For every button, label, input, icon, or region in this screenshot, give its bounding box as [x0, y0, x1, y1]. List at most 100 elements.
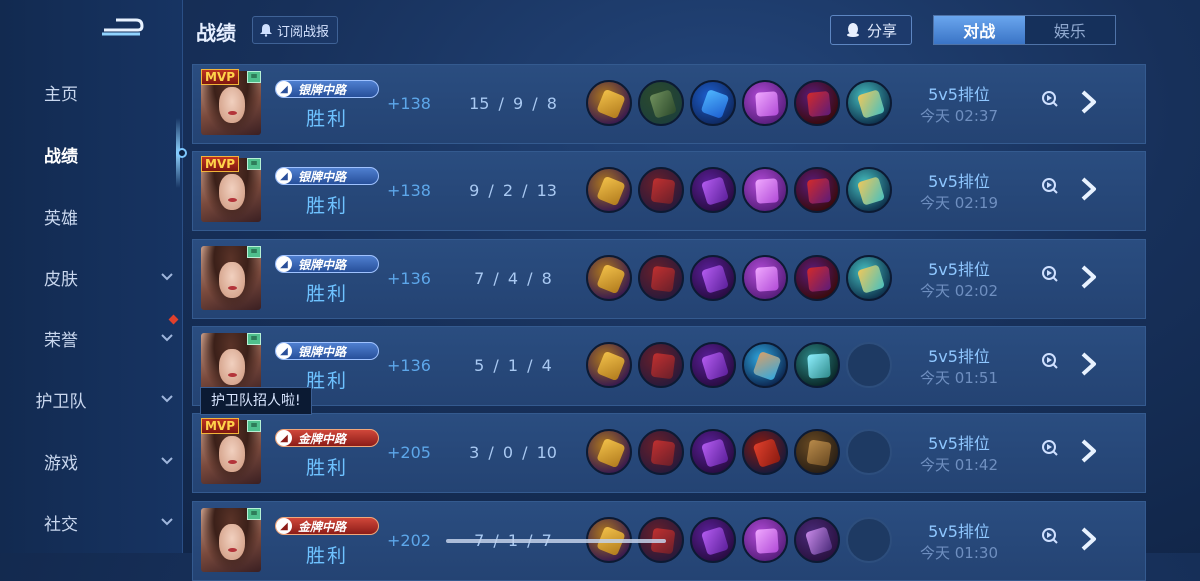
red-mask-icon[interactable]	[794, 80, 840, 126]
red-mask-icon[interactable]	[794, 255, 840, 301]
chevron-right-icon[interactable]	[1078, 351, 1100, 377]
sidebar-item-2[interactable]: 英雄	[0, 196, 182, 236]
subscribe-label: 订阅战报	[277, 24, 330, 40]
match-row[interactable]: = ◢ 银牌中路 胜利 +136 5 / 1 / 4 5v5排位 今天 01:51	[192, 326, 1146, 406]
rank-points: +136	[387, 269, 431, 288]
item-build	[586, 429, 892, 475]
red-boots-icon-glyph	[650, 265, 676, 293]
item-slot-empty[interactable]	[846, 517, 892, 563]
golden-chalice-icon[interactable]	[586, 167, 632, 213]
rank-badge: ◢ 金牌中路	[275, 429, 379, 447]
back-logo-icon[interactable]	[98, 16, 146, 40]
sidebar: 主页战绩英雄皮肤荣誉护卫队游戏社交	[0, 0, 187, 553]
chevron-right-icon[interactable]	[1078, 176, 1100, 202]
blue-staff-icon[interactable]	[742, 342, 788, 388]
red-boots-icon[interactable]	[638, 429, 684, 475]
gold-amulet-icon[interactable]	[846, 167, 892, 213]
match-time: 今天 02:02	[920, 282, 998, 300]
avatar-lips	[228, 286, 237, 290]
item-slot-empty[interactable]	[846, 342, 892, 388]
sidebar-item-4[interactable]: 荣誉	[0, 318, 182, 358]
match-row[interactable]: = ◢ 银牌中路 胜利 +136 7 / 4 / 8 5v5排位 今天 02:02	[192, 239, 1146, 319]
purple-blade-icon[interactable]	[742, 517, 788, 563]
share-label: 分享	[866, 21, 897, 40]
tab-entertainment[interactable]: 娱乐	[1025, 16, 1116, 44]
blue-lance-icon[interactable]	[690, 80, 736, 126]
replay-icon[interactable]	[1041, 439, 1059, 457]
purple-claw-icon[interactable]	[690, 429, 736, 475]
item-slot-empty[interactable]	[846, 429, 892, 475]
scroll-indicator[interactable]	[446, 539, 666, 543]
avatar-lips	[228, 198, 237, 202]
chevron-right-icon[interactable]	[1078, 264, 1100, 290]
crystal-wand-icon[interactable]	[794, 342, 840, 388]
sidebar-item-1[interactable]: 战绩	[0, 134, 182, 174]
rank-emblem-icon: ◢	[276, 518, 292, 534]
sidebar-item-6[interactable]: 游戏	[0, 441, 182, 481]
avatar-face	[219, 436, 245, 472]
share-button[interactable]: 分享	[830, 15, 912, 45]
match-result: 胜利	[306, 457, 349, 479]
chevron-right-icon[interactable]	[1078, 526, 1100, 552]
gold-amulet-icon[interactable]	[846, 255, 892, 301]
purple-claw-icon-glyph	[700, 526, 730, 556]
match-result: 胜利	[306, 195, 349, 217]
purple-claw-icon[interactable]	[690, 255, 736, 301]
purple-blade-icon[interactable]	[742, 167, 788, 213]
level-badge-icon: =	[247, 158, 261, 170]
red-boots-icon[interactable]	[638, 167, 684, 213]
sidebar-item-5[interactable]: 护卫队	[0, 379, 182, 419]
match-row[interactable]: MVP = ◢ 金牌中路 胜利 +205 3 / 0 / 10 5v5排位 今天 01:42	[192, 413, 1146, 493]
golden-chalice-icon[interactable]	[586, 342, 632, 388]
sidebar-item-7[interactable]: 社交	[0, 502, 182, 542]
match-result: 胜利	[306, 108, 349, 130]
red-mask-icon-glyph	[806, 177, 832, 205]
tab-battle[interactable]: 对战	[934, 16, 1025, 44]
golden-chalice-icon[interactable]	[586, 255, 632, 301]
purple-blade-icon-glyph	[755, 91, 779, 117]
replay-icon[interactable]	[1041, 177, 1059, 195]
purple-tome-icon[interactable]	[794, 517, 840, 563]
page-title: 战绩	[196, 21, 236, 45]
guild-tooltip[interactable]: 护卫队招人啦!	[200, 387, 312, 415]
gold-amulet-icon[interactable]	[846, 80, 892, 126]
golden-chalice-icon-glyph	[596, 175, 626, 207]
chevron-right-icon[interactable]	[1078, 89, 1100, 115]
subscribe-report-button[interactable]: 订阅战报	[252, 16, 339, 44]
replay-icon[interactable]	[1041, 352, 1059, 370]
rank-badge: ◢ 银牌中路	[275, 255, 379, 273]
red-boots-icon[interactable]	[638, 342, 684, 388]
red-mask-icon[interactable]	[794, 167, 840, 213]
rank-label: 银牌中路	[298, 169, 347, 184]
chevron-right-icon[interactable]	[1078, 438, 1100, 464]
replay-icon[interactable]	[1041, 265, 1059, 283]
golden-chalice-icon[interactable]	[586, 429, 632, 475]
wooden-shield-icon[interactable]	[794, 429, 840, 475]
sidebar-item-0[interactable]: 主页	[0, 72, 182, 112]
match-row[interactable]: =◢金牌中路胜利+2027 / 1 / 75v5排位今天 01:30	[192, 501, 1146, 581]
purple-blade-icon[interactable]	[742, 255, 788, 301]
mode-tabs: 对战 娱乐	[933, 15, 1116, 45]
purple-claw-icon[interactable]	[690, 167, 736, 213]
match-time: 今天 02:19	[920, 194, 998, 212]
purple-claw-icon[interactable]	[690, 517, 736, 563]
match-row[interactable]: MVP = ◢ 银牌中路 胜利 +138 15 / 9 / 8 5v5排位 今天 02:37	[192, 64, 1146, 144]
gold-amulet-icon-glyph	[856, 176, 886, 206]
red-boots-icon[interactable]	[638, 255, 684, 301]
replay-icon[interactable]	[1041, 527, 1059, 545]
green-boots-icon[interactable]	[638, 80, 684, 126]
kda: 5 / 1 / 4	[474, 356, 552, 375]
purple-claw-icon[interactable]	[690, 342, 736, 388]
red-gem-icon[interactable]	[742, 429, 788, 475]
blue-lance-icon-glyph	[700, 88, 730, 120]
replay-icon[interactable]	[1041, 90, 1059, 108]
red-boots-icon-glyph	[650, 439, 676, 467]
golden-chalice-icon[interactable]	[586, 80, 632, 126]
rank-points: +202	[387, 531, 431, 550]
avatar-face	[219, 524, 245, 560]
rank-label: 银牌中路	[298, 257, 347, 272]
game-mode: 5v5排位	[928, 260, 990, 279]
match-row[interactable]: MVP = ◢ 银牌中路 胜利 +138 9 / 2 / 13 5v5排位 今天 02:19	[192, 151, 1146, 231]
sidebar-item-3[interactable]: 皮肤	[0, 257, 182, 297]
purple-blade-icon[interactable]	[742, 80, 788, 126]
